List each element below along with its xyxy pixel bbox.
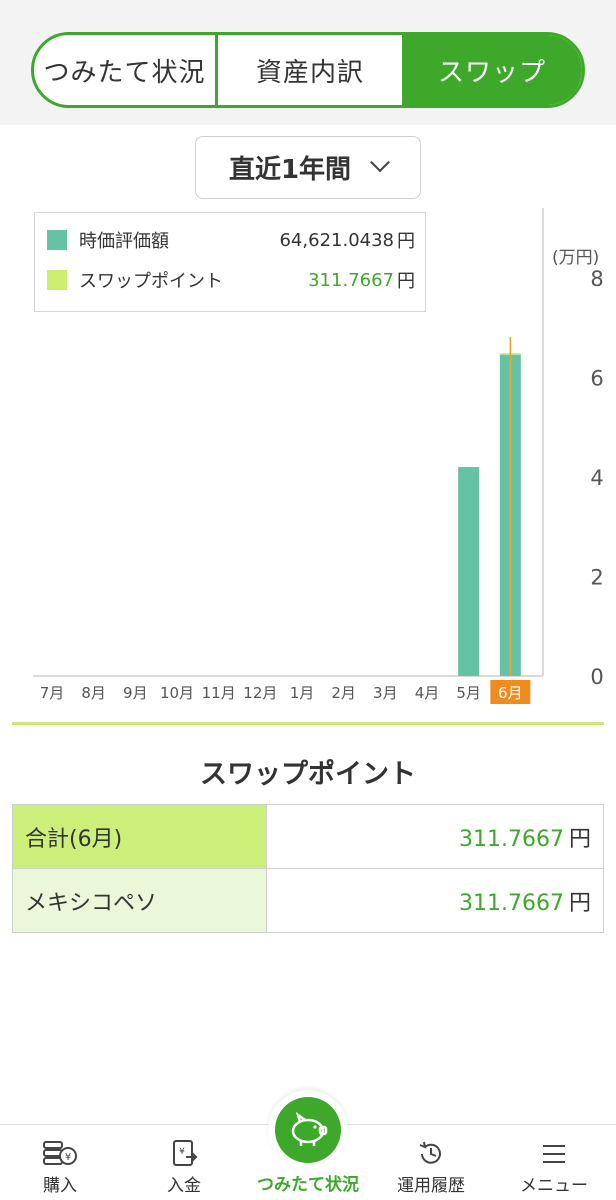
nav-purchase[interactable]: ¥ 購入: [0, 1125, 120, 1200]
piggy-bank-icon: [291, 1111, 328, 1146]
tab-swap[interactable]: スワップ: [402, 35, 582, 105]
bar-market-value: [458, 467, 480, 676]
nav-label: メニュー: [520, 1176, 588, 1196]
x-tick-label: 10月: [160, 684, 194, 702]
chevron-down-icon: [370, 151, 390, 172]
x-tick-label: 9月: [123, 684, 148, 702]
x-tick-label: 5月: [456, 684, 481, 702]
x-tick-label: 7月: [40, 684, 65, 702]
y-axis-unit: (万円): [552, 248, 600, 268]
x-tick-label: 4月: [415, 684, 440, 702]
y-tick-label: 6: [590, 367, 603, 391]
nav-tsumitate[interactable]: [268, 1090, 348, 1170]
swap-table: 合計(6月) 311.7667 円 メキシコペソ 311.7667 円: [12, 804, 604, 933]
row-label: 合計(6月): [12, 804, 267, 869]
menu-icon: [543, 1145, 565, 1163]
tab-asset-breakdown[interactable]: 資産内訳: [218, 35, 402, 105]
y-tick-label: 0: [590, 665, 603, 689]
row-value-cell: 311.7667 円: [266, 804, 604, 869]
purchase-icon: ¥: [43, 1141, 77, 1165]
chart-legend: 時価評価額 64,621.0438 円 スワップポイント 311.7667 円: [34, 212, 426, 312]
legend-swatch: [47, 270, 67, 290]
legend-value: 64,621.0438: [279, 229, 394, 251]
row-unit: 円: [568, 826, 591, 852]
nav-deposit[interactable]: ¥ 入金: [124, 1125, 244, 1200]
section-divider: [12, 722, 604, 725]
table-row: メキシコペソ 311.7667 円: [12, 868, 604, 933]
row-value-cell: 311.7667 円: [266, 868, 604, 933]
nav-menu[interactable]: メニュー: [494, 1125, 614, 1200]
row-unit: 円: [568, 890, 591, 916]
legend-item-swap-point: スワップポイント 311.7667 円: [47, 267, 415, 293]
nav-label: 入金: [167, 1176, 201, 1196]
nav-label-active: つみたて状況: [257, 1175, 359, 1195]
legend-item-market-value: 時価評価額 64,621.0438 円: [47, 227, 415, 253]
table-row: 合計(6月) 311.7667 円: [12, 804, 604, 869]
svg-text:¥: ¥: [65, 1152, 71, 1163]
row-value: 311.7667: [459, 826, 564, 852]
x-tick-label: 1月: [290, 684, 315, 702]
legend-swatch: [47, 230, 67, 250]
swap-section-title: スワップポイント: [200, 759, 416, 790]
x-tick-label: 11月: [202, 684, 236, 702]
deposit-icon: ¥: [173, 1140, 198, 1166]
y-tick-label: 8: [590, 267, 603, 291]
x-tick-label: 3月: [373, 684, 398, 702]
tab-tsumitate[interactable]: つみたて状況: [34, 35, 218, 105]
row-value: 311.7667: [459, 890, 564, 916]
legend-label: スワップポイント: [79, 271, 223, 292]
row-label: メキシコペソ: [12, 868, 267, 933]
period-dropdown[interactable]: 直近1年間: [195, 136, 421, 199]
x-tick-label: 2月: [331, 684, 356, 702]
nav-history[interactable]: 運用履歴: [371, 1125, 491, 1200]
x-tick-label: 6月: [498, 684, 523, 702]
legend-unit: 円: [397, 231, 415, 252]
svg-text:¥: ¥: [179, 1147, 185, 1157]
legend-value: 311.7667: [308, 269, 394, 291]
nav-label: 購入: [43, 1176, 77, 1196]
nav-center-circle: [275, 1097, 341, 1163]
x-tick-label: 12月: [243, 684, 277, 702]
x-tick-label: 8月: [81, 684, 106, 702]
legend-label: 時価評価額: [79, 231, 169, 252]
y-tick-label: 2: [590, 566, 603, 590]
history-icon: [419, 1141, 441, 1164]
legend-unit: 円: [397, 271, 415, 292]
period-label: 直近1年間: [228, 155, 352, 185]
view-tabs: つみたて状況 資産内訳 スワップ: [31, 32, 585, 108]
nav-label: 運用履歴: [397, 1176, 465, 1196]
y-tick-label: 4: [590, 466, 603, 490]
